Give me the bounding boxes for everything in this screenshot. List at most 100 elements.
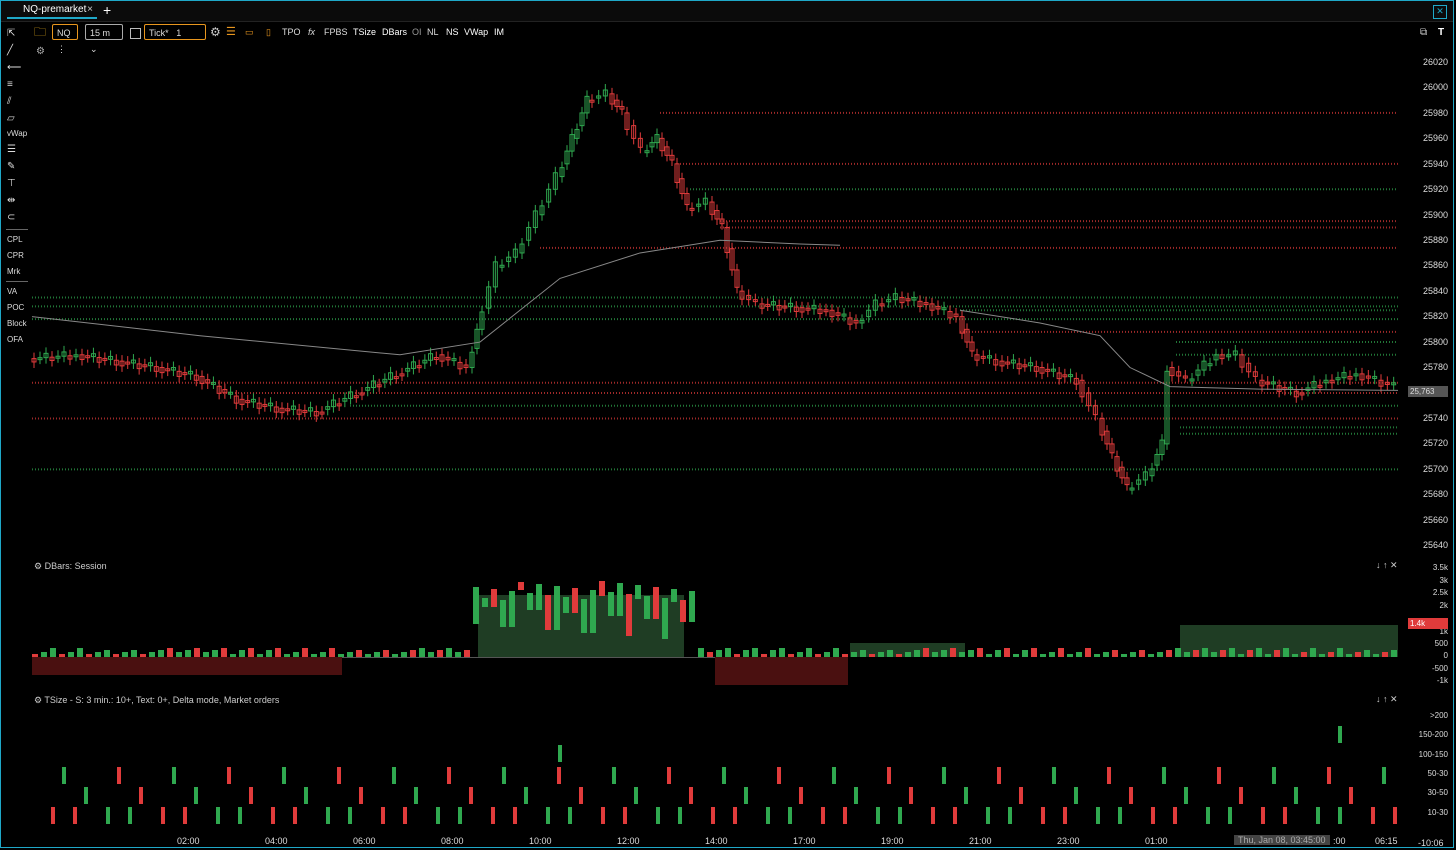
dbars-bar (842, 654, 848, 657)
price-tick: 25840 (1422, 286, 1448, 296)
time-tick: 14:00 (705, 836, 728, 846)
tsize-bar (821, 807, 825, 824)
dbars-bar (617, 583, 623, 616)
dbars-bar (815, 654, 821, 657)
dbars-bar (734, 654, 740, 657)
dbars-bar (1382, 652, 1388, 657)
tsize-bar (1217, 767, 1221, 784)
tsize-bar (128, 807, 132, 824)
price-tick: 25940 (1422, 159, 1448, 169)
dbars-bar (1265, 654, 1271, 657)
dbars-bar (221, 648, 227, 657)
tsize-bar (447, 767, 451, 784)
dbars-bar (1031, 648, 1037, 657)
dbars-bar (662, 598, 668, 639)
price-tick: 25880 (1422, 235, 1448, 245)
tsize-bar (1338, 726, 1342, 743)
tsize-bar (722, 767, 726, 784)
dbars-bar (968, 650, 974, 657)
price-tick: 25900 (1422, 210, 1448, 220)
dbars-bar (1229, 648, 1235, 657)
dbars-bar (1103, 652, 1109, 657)
time-tick: 10:00 (529, 836, 552, 846)
tsize-bar (1382, 767, 1386, 784)
dbars-bar (239, 650, 245, 657)
dbars-bar (257, 654, 263, 657)
tsize-bar (139, 787, 143, 804)
tsize-bar (942, 767, 946, 784)
tsize-bar (502, 767, 506, 784)
price-tick: 25680 (1422, 489, 1448, 499)
time-tick: 02:00 (177, 836, 200, 846)
dbars-bar (1049, 652, 1055, 657)
tsize-bar (403, 807, 407, 824)
chart-canvas[interactable] (0, 0, 1456, 850)
dbars-bar (959, 652, 965, 657)
tsize-bar (84, 787, 88, 804)
tsize-panel-title[interactable]: ⚙ TSize - S: 3 min.: 10+, Text: 0+, Delt… (34, 695, 279, 706)
dbars-bar (365, 654, 371, 657)
tsize-bar (414, 787, 418, 804)
dbars-bar (320, 652, 326, 657)
tsize-bar (436, 807, 440, 824)
tsize-bar (106, 807, 110, 824)
dbars-bar (491, 589, 497, 607)
last-price-tag: 25,763 (1408, 386, 1448, 397)
dbars-bar (1211, 652, 1217, 657)
tsize-bar (194, 787, 198, 804)
dbars-bar (698, 648, 704, 657)
dbars-bar (563, 597, 569, 613)
tsize-bar (73, 807, 77, 824)
dbars-bar (977, 648, 983, 657)
dbars-bar (1355, 652, 1361, 657)
dbars-bar (1085, 648, 1091, 657)
tsize-bar (1019, 787, 1023, 804)
dbars-bar (383, 650, 389, 657)
dbars-bar (122, 652, 128, 657)
dbars-bar (1364, 650, 1370, 657)
tsize-panel-controls[interactable]: ↓ ↑ ✕ (1376, 694, 1398, 705)
tsize-bar (304, 787, 308, 804)
tsize-bar (1239, 787, 1243, 804)
dbars-bar (905, 652, 911, 657)
tsize-bar (1294, 787, 1298, 804)
tsize-bar (282, 767, 286, 784)
tsize-bar (733, 807, 737, 824)
corner-label: -10:06 (1418, 838, 1444, 848)
dbars-bar (1148, 654, 1154, 657)
tsize-bar (887, 767, 891, 784)
tsize-bar (1316, 807, 1320, 824)
dbars-bar (1310, 648, 1316, 657)
dbars-bar (680, 600, 686, 622)
dbars-bar (149, 652, 155, 657)
price-tick: 25820 (1422, 311, 1448, 321)
dbars-tick: -500 (1431, 664, 1448, 673)
tsize-bar (1173, 807, 1177, 824)
dbars-bar (572, 588, 578, 613)
tsize-bar (1393, 807, 1397, 824)
price-tick: 25700 (1422, 464, 1448, 474)
dbars-bar (41, 652, 47, 657)
dbars-bar (779, 648, 785, 657)
dbars-bar (158, 650, 164, 657)
tsize-bar (1008, 807, 1012, 824)
dbars-bar (1004, 648, 1010, 657)
dbars-panel-title[interactable]: ⚙ DBars: Session (34, 561, 107, 572)
tsize-title-text: TSize - S: 3 min.: 10+, Text: 0+, Delta … (44, 695, 280, 705)
price-tick: 26020 (1422, 57, 1448, 67)
dbars-bar (1175, 648, 1181, 657)
dbars-panel-controls[interactable]: ↓ ↑ ✕ (1376, 560, 1398, 571)
dbars-tick: 500 (1434, 639, 1448, 648)
tsize-bar (601, 807, 605, 824)
dbars-bar (77, 648, 83, 657)
price-axis[interactable]: 26020 26000 25980 25960 25940 25920 2590… (1400, 0, 1456, 850)
tsize-bar (293, 807, 297, 824)
tsize-bar (1096, 807, 1100, 824)
price-tick: 25860 (1422, 260, 1448, 270)
dbars-bar (194, 648, 200, 657)
time-tick: 08:00 (441, 836, 464, 846)
dbars-bar (716, 650, 722, 657)
dbars-bar (1121, 654, 1127, 657)
tsize-bar (1206, 807, 1210, 824)
tsize-bar (238, 807, 242, 824)
